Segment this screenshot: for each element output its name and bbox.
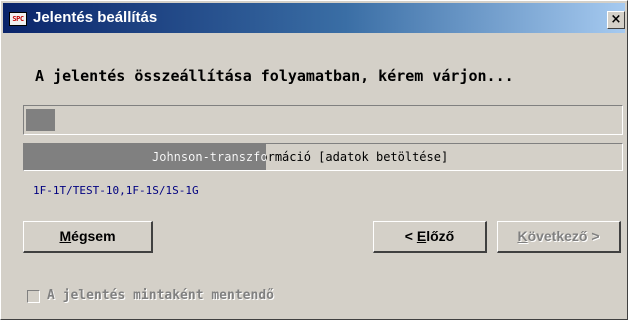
- cancel-button[interactable]: Mégsem: [23, 221, 153, 253]
- next-button[interactable]: Következő >: [497, 221, 621, 253]
- save-as-template-label: A jelentés mintaként mentendő: [47, 288, 274, 303]
- window-title: Jelentés beállítás: [33, 9, 158, 26]
- task-status-text-inverted: Johnson-transzformáció [adatok betöltése…: [152, 150, 267, 164]
- overall-progress-fill: [26, 109, 55, 131]
- previous-button[interactable]: < Előző: [373, 221, 487, 253]
- progress-message: A jelentés összeállítása folyamatban, ké…: [35, 67, 514, 85]
- task-progress-bar: Johnson-transzformáció [adatok betöltése…: [23, 143, 623, 171]
- current-item-path: 1F-1T/TEST-10,1F-1S/1S-1G: [33, 184, 199, 197]
- app-icon: SPC: [9, 12, 27, 26]
- report-settings-dialog: SPC Jelentés beállítás × A jelentés össz…: [0, 0, 628, 320]
- title-bar[interactable]: SPC Jelentés beállítás ×: [3, 3, 625, 33]
- overall-progress-bar: [23, 105, 623, 135]
- close-button[interactable]: ×: [607, 11, 625, 29]
- save-as-template-checkbox[interactable]: [27, 290, 40, 303]
